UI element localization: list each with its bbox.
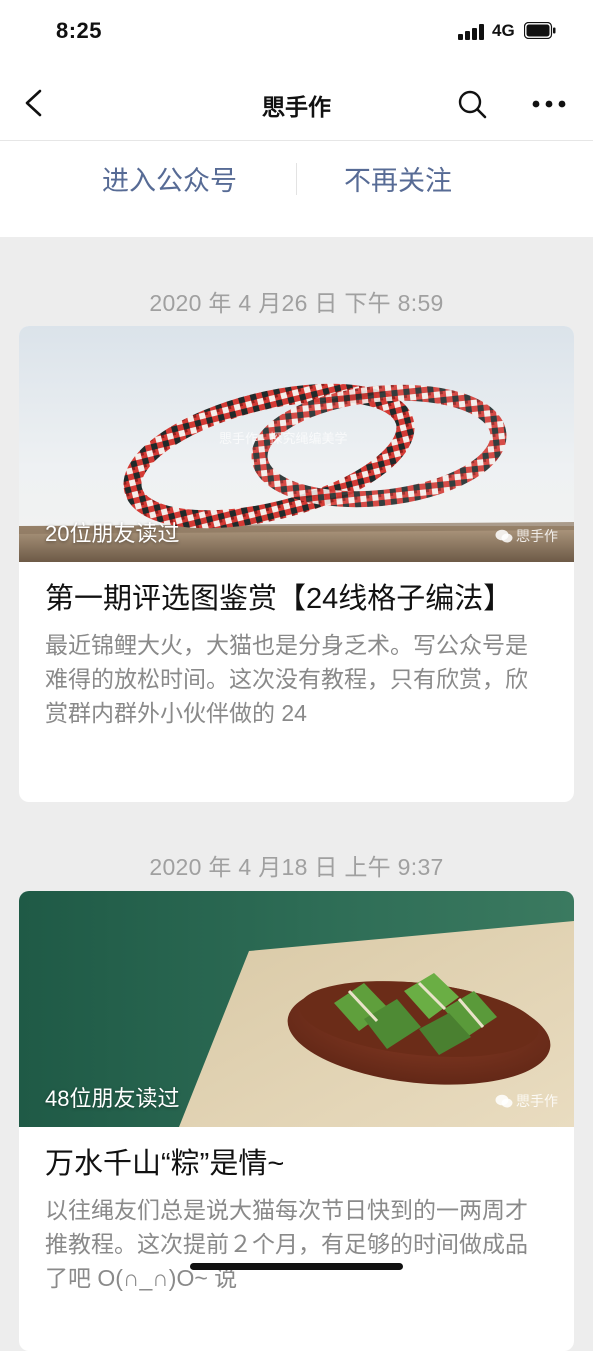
article-title[interactable]: 万水千山“粽”是情~: [45, 1145, 548, 1183]
battery-icon: [524, 22, 556, 39]
article-summary: 以往绳友们总是说大猫每次节日快到的一两周才推教程。这次提前２个月，有足够的时间做…: [45, 1197, 528, 1291]
article-card[interactable]: 愳手作 · 探究绳编美学 20位朋友读过 愳手作 第一期评选图鉴赏【24线格子编…: [19, 326, 574, 802]
read-count: 20位朋友读过: [45, 521, 180, 546]
cover-brand: 愳手作: [495, 526, 558, 546]
home-indicator[interactable]: [190, 1263, 403, 1270]
article-summary: 最近锦鲤大火，大猫也是分身乏术。写公众号是难得的放松时间。这次没有教程，只有欣赏…: [45, 632, 528, 726]
cover-watermark: 愳手作 · 探究绳编美学: [219, 431, 348, 446]
article-card[interactable]: 48位朋友读过 愳手作 万水千山“粽”是情~ 以往绳友们总是说大猫每次节日快到的…: [19, 891, 574, 1351]
cover-brand-label: 愳手作: [516, 1093, 558, 1109]
cover-brand: 愳手作: [495, 1091, 558, 1111]
action-divider: [296, 163, 297, 195]
article-cover-image[interactable]: 48位朋友读过 愳手作: [19, 891, 574, 1127]
article-date: 2020 年 4 月26 日 下午 8:59: [149, 290, 444, 316]
more-dots-icon[interactable]: [532, 100, 566, 108]
enter-account-button[interactable]: 进入公众号: [102, 159, 237, 198]
article-date: 2020 年 4 月18 日 上午 9:37: [149, 854, 444, 880]
nav-bar: 愳手作: [0, 64, 593, 141]
status-time: 8:25: [56, 18, 103, 43]
network-type: 4G: [492, 21, 515, 40]
cover-brand-label: 愳手作: [516, 528, 558, 544]
wechat-icon: [495, 1094, 513, 1108]
read-count: 48位朋友读过: [45, 1086, 180, 1111]
signal-icon: [458, 24, 484, 40]
wechat-icon: [495, 529, 513, 543]
status-bar: 8:25 4G: [0, 0, 593, 64]
article-cover-image[interactable]: 愳手作 · 探究绳编美学 20位朋友读过 愳手作: [19, 326, 574, 562]
article-title[interactable]: 第一期评选图鉴赏【24线格子编法】: [45, 580, 548, 618]
unfollow-button[interactable]: 不再关注: [344, 159, 452, 198]
search-icon[interactable]: [456, 88, 488, 120]
page-title: 愳手作: [262, 94, 331, 120]
account-actions: 进入公众号 不再关注: [0, 141, 593, 237]
